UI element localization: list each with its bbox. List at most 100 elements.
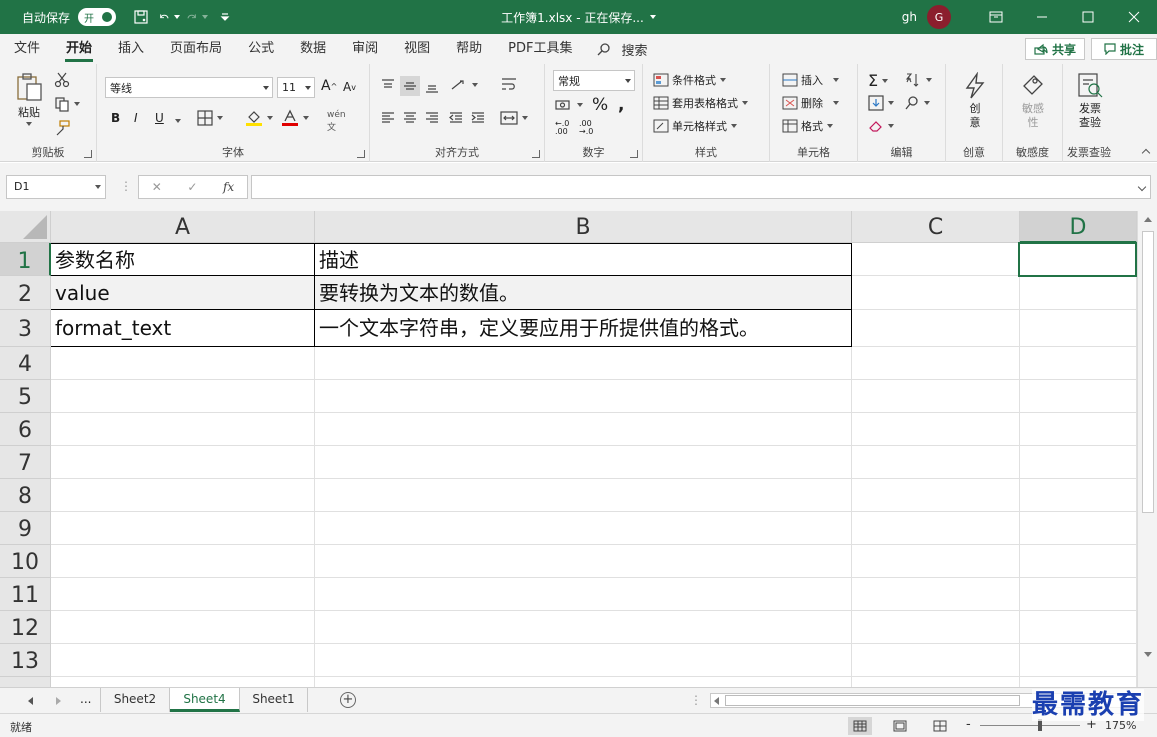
cell-c6[interactable] [852, 413, 1020, 446]
column-header-c[interactable]: C [852, 211, 1020, 243]
cancel-icon[interactable]: ✕ [152, 180, 162, 194]
cell-c7[interactable] [852, 446, 1020, 479]
horizontal-scroll-thumb[interactable] [725, 695, 1020, 706]
cell-d2[interactable] [1020, 276, 1137, 310]
wrap-text-icon[interactable] [500, 76, 518, 94]
cell-c10[interactable] [852, 545, 1020, 578]
cell-d6[interactable] [1020, 413, 1137, 446]
align-center-icon[interactable] [402, 110, 418, 126]
autosum-button[interactable]: Σ [868, 71, 889, 90]
creativity-button[interactable]: 创意 [962, 72, 988, 130]
cell-a7[interactable] [51, 446, 315, 479]
row-header[interactable]: 6 [0, 413, 51, 446]
row-header[interactable]: 9 [0, 512, 51, 545]
cell-a2[interactable]: value [51, 276, 315, 310]
alignment-launcher-icon[interactable] [532, 150, 540, 158]
vertical-scrollbar[interactable] [1137, 211, 1157, 687]
align-top-icon[interactable] [380, 78, 396, 94]
minimize-button[interactable] [1019, 0, 1065, 34]
underline-button[interactable]: U [155, 111, 164, 125]
insert-cells-button[interactable]: 插入 [782, 72, 839, 88]
bold-button[interactable]: B [111, 111, 120, 125]
decrease-indent-icon[interactable] [448, 110, 464, 126]
underline-dropdown-icon[interactable] [175, 119, 181, 123]
cell-a9[interactable] [51, 512, 315, 545]
page-layout-view-button[interactable] [888, 717, 912, 735]
merge-center-icon[interactable] [500, 110, 528, 126]
customize-quick-access-icon[interactable] [214, 6, 236, 28]
paste-button[interactable]: 粘贴 [14, 72, 44, 126]
tab-review[interactable]: 审阅 [339, 34, 391, 64]
cell-b5[interactable] [315, 380, 852, 413]
sheet-tab-sheet2[interactable]: Sheet2 [100, 688, 170, 712]
cell-a12[interactable] [51, 611, 315, 644]
delete-cells-button[interactable]: 删除 [782, 95, 839, 111]
cell-b10[interactable] [315, 545, 852, 578]
tab-pdf-tools[interactable]: PDF工具集 [495, 34, 585, 64]
name-box[interactable]: D1 [6, 175, 106, 199]
invoice-check-button[interactable]: 发票查验 [1075, 72, 1105, 130]
cell-c9[interactable] [852, 512, 1020, 545]
row-header[interactable]: 2 [0, 276, 51, 310]
expand-formula-bar-icon[interactable] [1137, 182, 1147, 192]
scroll-up-icon[interactable] [1144, 217, 1152, 222]
redo-icon[interactable] [186, 6, 209, 28]
cell-d13[interactable] [1020, 644, 1137, 677]
maximize-button[interactable] [1065, 0, 1111, 34]
enter-icon[interactable]: ✓ [187, 180, 197, 194]
zoom-slider[interactable] [980, 719, 1080, 731]
cell-a14[interactable] [51, 677, 315, 687]
cell-b7[interactable] [315, 446, 852, 479]
ribbon-display-options-button[interactable] [973, 0, 1019, 34]
tab-file[interactable]: 文件 [1, 34, 53, 64]
tab-home[interactable]: 开始 [53, 34, 105, 64]
number-format-dropdown[interactable]: 常规 [553, 70, 635, 91]
formula-bar-grip-icon[interactable]: ⋮ [120, 179, 132, 193]
column-header-a[interactable]: A [51, 211, 315, 243]
cell-d12[interactable] [1020, 611, 1137, 644]
spreadsheet-grid[interactable]: A B C D 1 2 3 4 5 6 7 8 9 10 11 12 13 参数… [0, 211, 1137, 687]
cell-styles-button[interactable]: 单元格样式 [653, 118, 737, 134]
cell-c2[interactable] [852, 276, 1020, 310]
cell-a11[interactable] [51, 578, 315, 611]
font-launcher-icon[interactable] [357, 150, 365, 158]
cell-b2[interactable]: 要转换为文本的数值。 [315, 276, 852, 310]
percent-style-button[interactable]: % [592, 95, 608, 115]
column-header-b[interactable]: B [315, 211, 852, 243]
borders-icon[interactable] [197, 110, 223, 126]
sort-filter-icon[interactable] [904, 72, 932, 88]
cell-c8[interactable] [852, 479, 1020, 512]
accounting-format-icon[interactable] [555, 97, 583, 113]
tab-view[interactable]: 视图 [391, 34, 443, 64]
font-color-icon[interactable] [281, 109, 309, 127]
row-header[interactable]: 5 [0, 380, 51, 413]
cell-d9[interactable] [1020, 512, 1137, 545]
cell-a8[interactable] [51, 479, 315, 512]
format-painter-icon[interactable] [54, 120, 70, 136]
cell-b9[interactable] [315, 512, 852, 545]
cell-b8[interactable] [315, 479, 852, 512]
title-dropdown-icon[interactable] [649, 15, 656, 19]
cell-a5[interactable] [51, 380, 315, 413]
row-header[interactable]: 10 [0, 545, 51, 578]
tab-page-layout[interactable]: 页面布局 [157, 34, 235, 64]
cell-c4[interactable] [852, 347, 1020, 380]
comma-style-button[interactable]: , [618, 95, 624, 115]
select-all-button[interactable] [0, 211, 51, 243]
cell-c13[interactable] [852, 644, 1020, 677]
cell-c3[interactable] [852, 310, 1020, 347]
cell-d7[interactable] [1020, 446, 1137, 479]
cell-c1[interactable] [852, 243, 1020, 276]
align-middle-icon[interactable] [400, 76, 420, 96]
cell-c12[interactable] [852, 611, 1020, 644]
decrease-decimal-icon[interactable]: .00 →.0 [579, 120, 593, 136]
cell-d5[interactable] [1020, 380, 1137, 413]
row-header[interactable]: 1 [0, 243, 51, 276]
cell-b4[interactable] [315, 347, 852, 380]
row-header[interactable]: 11 [0, 578, 51, 611]
close-button[interactable] [1111, 0, 1157, 34]
copy-icon[interactable] [54, 96, 80, 112]
normal-view-button[interactable] [848, 717, 872, 735]
cell-d4[interactable] [1020, 347, 1137, 380]
cell-c14[interactable] [852, 677, 1020, 687]
